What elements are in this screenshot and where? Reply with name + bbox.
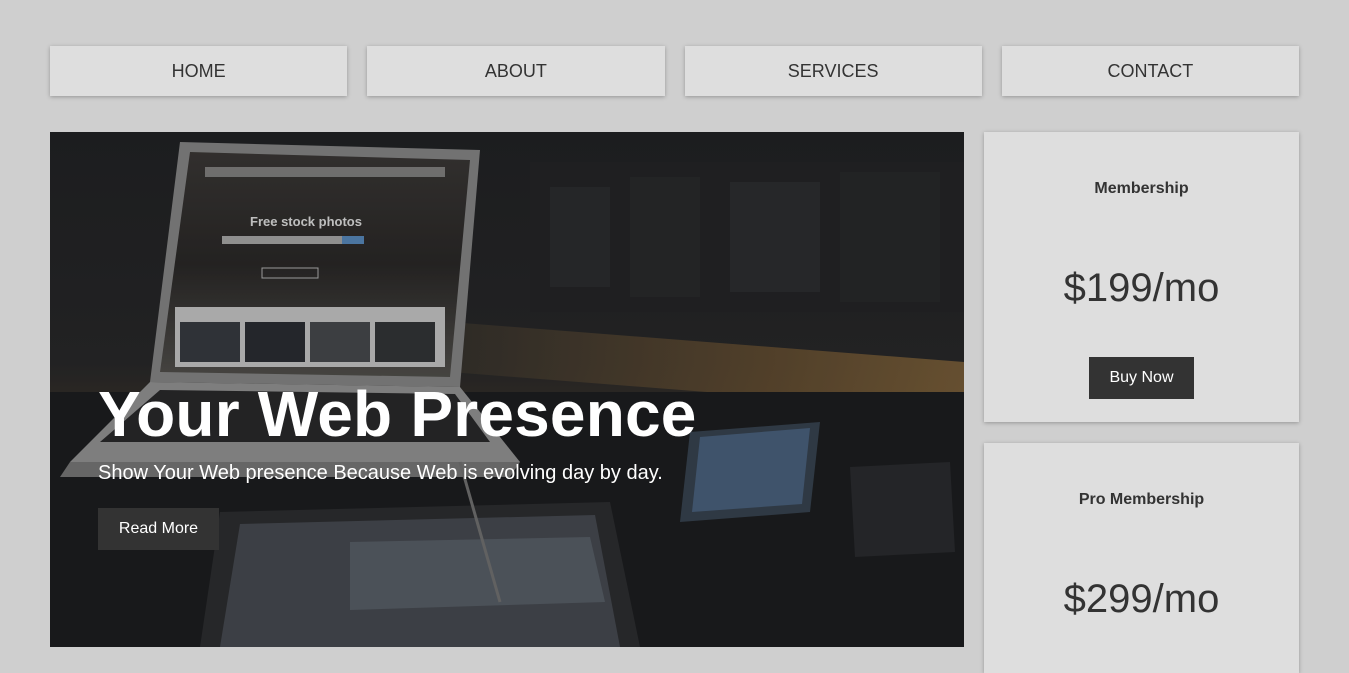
pricing-card-title: Pro Membership: [1078, 491, 1205, 508]
nav-item-services[interactable]: SERVICES: [684, 46, 982, 96]
pricing-card-price: $299/mo: [1063, 577, 1220, 621]
hero-banner: Free stock photos Your Web Presence Show…: [50, 132, 964, 647]
nav-item-home[interactable]: HOME: [50, 46, 348, 96]
hero-title: Your Web Presence: [98, 378, 697, 450]
buy-now-button[interactable]: Buy Now: [1089, 357, 1194, 399]
pricing-card-pro-membership: Pro Membership $299/mo: [984, 443, 1299, 673]
read-more-button[interactable]: Read More: [98, 508, 219, 550]
main-nav: HOME ABOUT SERVICES CONTACT: [50, 46, 1299, 96]
pricing-card-price: $199/mo: [1063, 266, 1220, 310]
hero-subtitle: Show Your Web presence Because Web is ev…: [98, 462, 663, 484]
pricing-card-membership: Membership $199/mo Buy Now: [984, 132, 1299, 422]
pricing-card-title: Membership: [1094, 180, 1189, 197]
nav-item-about[interactable]: ABOUT: [367, 46, 665, 96]
nav-item-contact[interactable]: CONTACT: [1001, 46, 1299, 96]
